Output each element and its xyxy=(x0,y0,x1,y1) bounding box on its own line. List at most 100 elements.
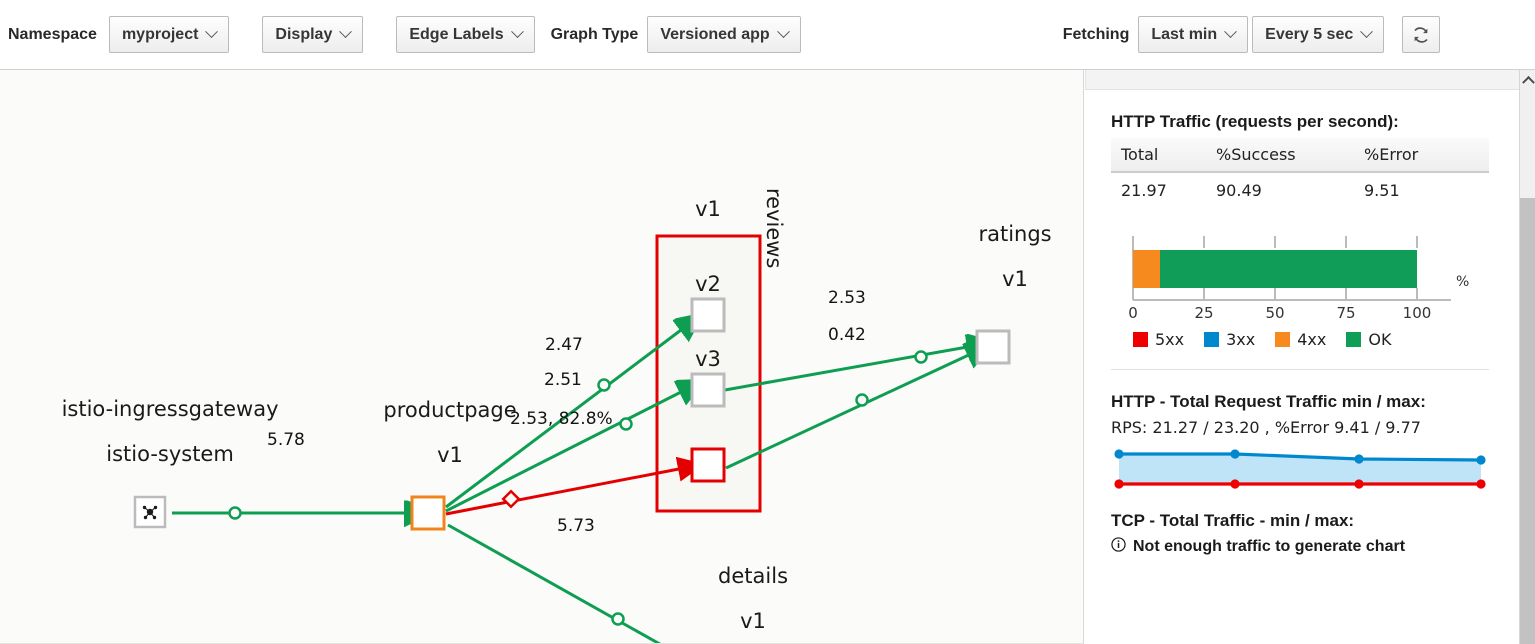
node-sublabel-text: v1 xyxy=(1002,267,1028,292)
group-label-reviews: reviews xyxy=(762,188,786,269)
node-label-text: productpage xyxy=(383,397,517,422)
total-request-traffic-title: HTTP - Total Request Traffic min / max: xyxy=(1111,392,1426,411)
node-label-productpage: productpage v1 xyxy=(308,376,552,489)
bar-chart-legend: 5xx 3xx 4xx OK xyxy=(1133,330,1494,349)
edge-midpoint-diamond xyxy=(501,489,521,509)
tick-100: 100 xyxy=(1403,304,1432,322)
sparkline-point xyxy=(1230,449,1240,459)
node-box-productpage xyxy=(410,495,446,531)
tcp-empty-state: Not enough traffic to generate chart xyxy=(1111,537,1494,557)
node-label-reviews-v2: v2 xyxy=(695,272,721,296)
rps-summary: RPS: 21.27 / 23.20 , %Error 9.41 / 9.77 xyxy=(1111,418,1421,437)
edge-label-productpage-reviews-v1: 2.47 xyxy=(545,335,583,355)
section-divider xyxy=(1111,369,1489,370)
summary-panel-body: HTTP Traffic (requests per second): Tota… xyxy=(1085,112,1520,557)
chevron-down-icon xyxy=(1360,25,1374,39)
legend-item-4xx[interactable]: 4xx xyxy=(1275,330,1326,349)
graph-type-label: Graph Type xyxy=(550,25,639,43)
legend-item-3xx[interactable]: 3xx xyxy=(1204,330,1255,349)
namespace-dropdown-label: myproject xyxy=(121,25,199,43)
http-traffic-table: Total %Success %Error 21.97 90.49 9.51 xyxy=(1111,138,1489,208)
http-traffic-title: HTTP Traffic (requests per second): xyxy=(1111,112,1399,131)
edge-labels-dropdown[interactable]: Edge Labels xyxy=(396,16,535,53)
table-row: 21.97 90.49 9.51 xyxy=(1111,172,1489,208)
legend-label-5xx: 5xx xyxy=(1155,330,1185,349)
edge-midpoint xyxy=(619,417,633,431)
service-graph-canvas[interactable]: istio-ingressgateway istio-system produc… xyxy=(0,70,1084,644)
display-dropdown[interactable]: Display xyxy=(262,16,364,53)
node-label-reviews-v3: v3 xyxy=(695,347,721,371)
bar-segment-4xx xyxy=(1133,250,1160,288)
legend-label-ok: OK xyxy=(1368,330,1392,349)
refresh-interval-label: Every 5 sec xyxy=(1265,25,1354,43)
time-range-dropdown[interactable]: Last min xyxy=(1138,16,1249,53)
chevron-down-icon xyxy=(1224,25,1238,39)
node-label-text: details xyxy=(718,563,789,588)
cell-total: 21.97 xyxy=(1121,181,1167,200)
legend-swatch-ok xyxy=(1346,332,1362,347)
sparkline-point xyxy=(1114,449,1124,459)
legend-item-5xx[interactable]: 5xx xyxy=(1133,330,1184,349)
graph-svg xyxy=(133,234,1011,643)
tick-25: 25 xyxy=(1194,304,1213,322)
node-sublabel-text: v1 xyxy=(740,609,766,634)
edge-midpoint xyxy=(228,506,242,520)
fetching-label: Fetching xyxy=(1062,25,1130,43)
chevron-down-icon xyxy=(776,25,790,39)
request-traffic-sparkline xyxy=(1111,445,1489,497)
legend-label-3xx: 3xx xyxy=(1226,330,1256,349)
legend-swatch-4xx xyxy=(1275,332,1291,347)
legend-item-ok[interactable]: OK xyxy=(1346,330,1391,349)
sparkline-point xyxy=(1114,479,1124,489)
edge-label-reviews-v2-ratings: 2.53 xyxy=(828,288,866,308)
bar-chart-svg: % 0 25 50 75 100 xyxy=(1128,236,1469,322)
sparkline-point xyxy=(1230,479,1240,489)
cell-success: 90.49 xyxy=(1216,181,1262,200)
node-label-text: ratings xyxy=(978,221,1052,246)
sparkline-point xyxy=(1354,454,1364,464)
graph-type-dropdown-label: Versioned app xyxy=(660,25,770,43)
node-label-reviews-v1: v1 xyxy=(695,197,721,221)
sparkline-point xyxy=(1354,479,1364,489)
node-box-ratings xyxy=(975,329,1011,365)
toolbar: Namespace myproject Display Edge Labels … xyxy=(0,0,1535,70)
sparkline-point xyxy=(1476,455,1486,465)
http-traffic-bar-chart: % 0 25 50 75 100 xyxy=(1111,232,1489,324)
summary-panel: HTTP Traffic (requests per second): Tota… xyxy=(1085,70,1520,644)
namespace-label: Namespace xyxy=(8,25,97,43)
display-dropdown-label: Display xyxy=(275,25,333,43)
node-box-reviews-v3 xyxy=(690,447,726,483)
legend-swatch-5xx xyxy=(1133,332,1148,347)
chevron-down-icon xyxy=(205,25,219,39)
graph-type-dropdown[interactable]: Versioned app xyxy=(647,16,801,53)
edge-midpoint xyxy=(597,378,611,392)
refresh-interval-dropdown[interactable]: Every 5 sec xyxy=(1252,16,1385,53)
sparkline-point xyxy=(1476,479,1486,489)
summary-panel-header xyxy=(1085,70,1520,90)
scrollbar-up-button[interactable] xyxy=(1520,70,1535,89)
edge-label-ingressgateway-productpage: 5.78 xyxy=(267,430,305,450)
edge-labels-dropdown-label: Edge Labels xyxy=(409,25,504,43)
tcp-traffic-title: TCP - Total Traffic - min / max: xyxy=(1111,511,1355,530)
node-box-reviews-v1 xyxy=(690,297,726,333)
namespace-dropdown[interactable]: myproject xyxy=(108,16,230,53)
time-range-label: Last min xyxy=(1151,25,1218,43)
axis-unit-label: % xyxy=(1456,274,1469,290)
scrollbar-thumb[interactable] xyxy=(1520,89,1535,198)
tick-0: 0 xyxy=(1128,304,1138,322)
info-circle-icon xyxy=(1111,537,1126,557)
refresh-icon xyxy=(1412,26,1430,44)
refresh-button[interactable] xyxy=(1402,16,1441,53)
edge-midpoint xyxy=(914,350,928,364)
column-header-total: Total xyxy=(1111,138,1206,173)
chevron-down-icon xyxy=(510,25,524,39)
column-header-error: %Error xyxy=(1354,138,1489,173)
node-sublabel-text: v1 xyxy=(437,443,463,468)
node-box-reviews-v2 xyxy=(690,372,726,408)
tick-50: 50 xyxy=(1265,304,1284,322)
kiali-graph-page: Namespace myproject Display Edge Labels … xyxy=(0,0,1535,644)
chevron-up-icon xyxy=(1521,75,1535,89)
column-header-success: %Success xyxy=(1206,138,1354,173)
table-header-row: Total %Success %Error xyxy=(1111,138,1489,173)
panel-scrollbar[interactable] xyxy=(1519,70,1535,644)
